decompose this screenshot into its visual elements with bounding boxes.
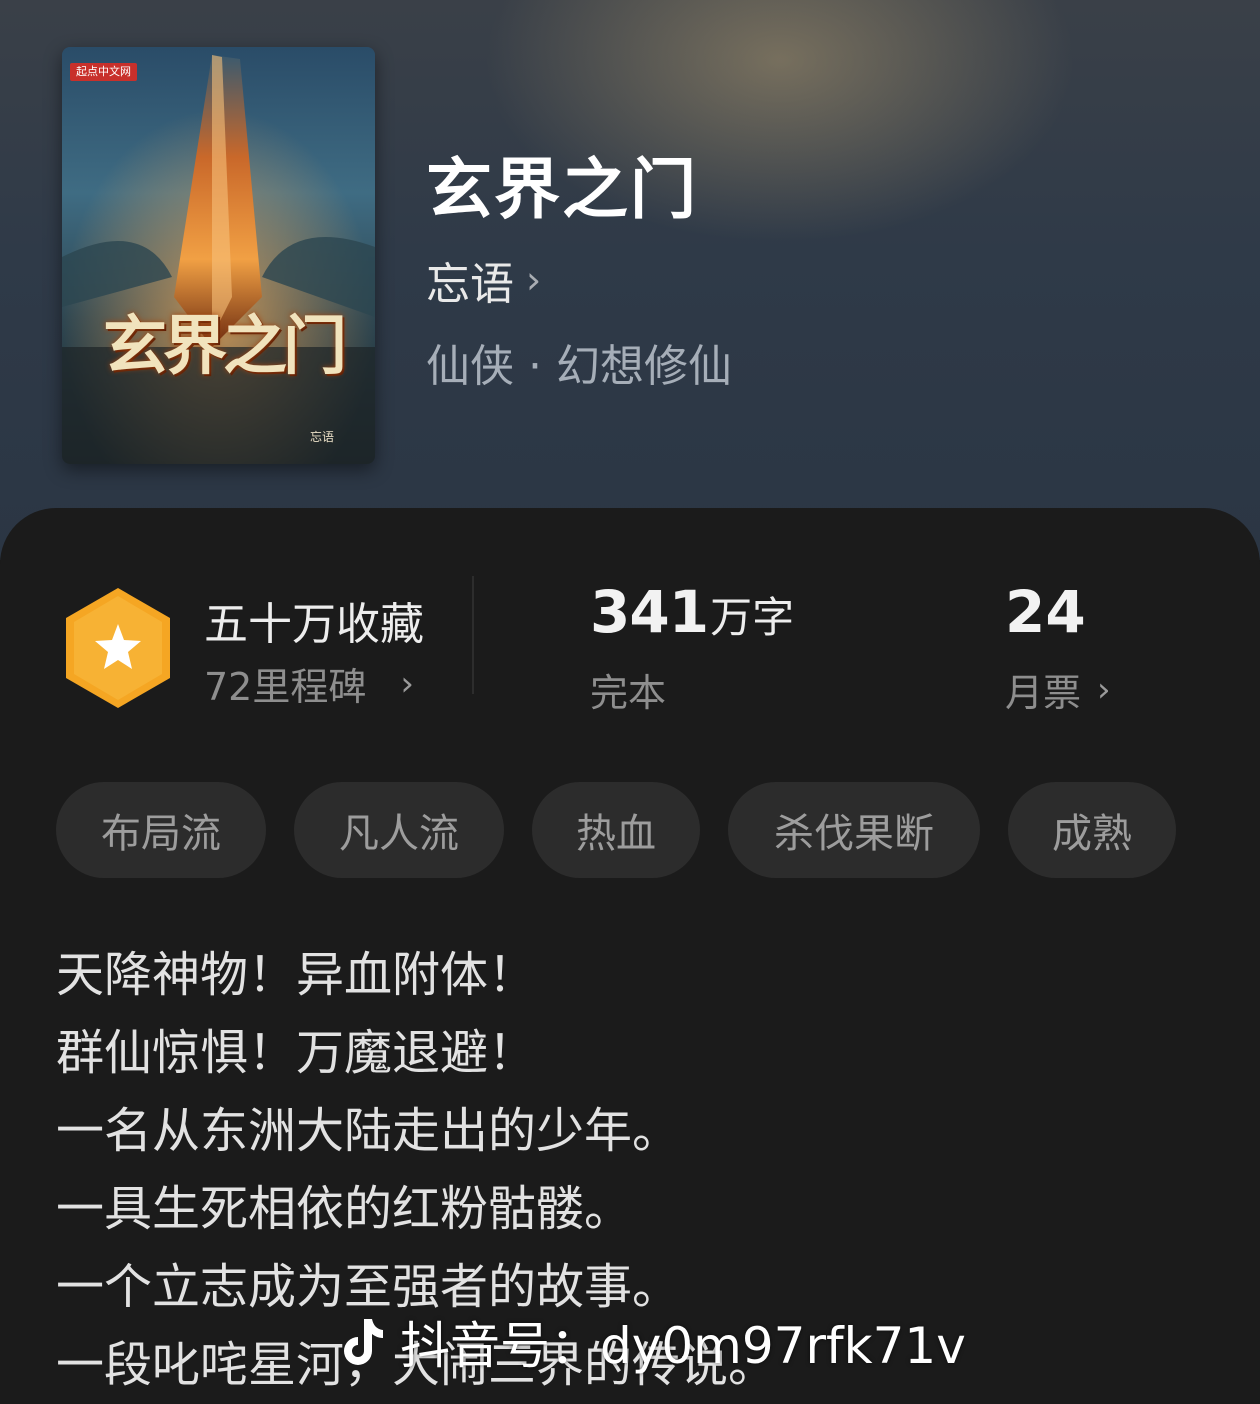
stats-divider [472, 576, 474, 694]
word-count-unit: 万字 [710, 593, 795, 642]
description-line: 群仙惊惧！万魔退避！ [56, 1025, 537, 1081]
cover-art [62, 47, 375, 464]
monthly-votes-link[interactable]: 月票 › [1005, 662, 1111, 717]
tag-chip[interactable]: 杀伐果断 [728, 782, 980, 878]
tag-chip[interactable]: 布局流 [56, 782, 266, 878]
watermark: 抖音号：dy0m97rfk71v [340, 1306, 966, 1378]
book-title: 玄界之门 [426, 150, 698, 228]
description-line: 一具生死相依的红粉骷髅。 [56, 1181, 633, 1237]
description-line: 一名从东洲大陆走出的少年。 [56, 1103, 681, 1159]
milestone-link[interactable]: 72里程碑 › [204, 656, 414, 711]
tag-chip[interactable]: 成熟 [1008, 782, 1176, 878]
monthly-votes-count: 24 [1005, 578, 1086, 646]
collection-count: 五十万收藏 [204, 599, 424, 650]
chevron-right-icon: › [400, 663, 414, 704]
author-link[interactable]: 忘语 › [426, 248, 541, 312]
watermark-text: 抖音号：dy0m97rfk71v [400, 1317, 966, 1375]
monthly-votes-label: 月票 [1005, 671, 1082, 715]
tag-chip[interactable]: 热血 [532, 782, 700, 878]
tag-list: 布局流 凡人流 热血 杀伐果断 成熟 [56, 782, 1176, 878]
completion-status: 完本 [590, 671, 667, 715]
cover-author: 忘语 [310, 430, 335, 444]
word-count: 341 万字 [590, 578, 794, 646]
description-line: 天降神物！异血附体！ [56, 947, 537, 1003]
chevron-right-icon: › [1097, 669, 1111, 710]
book-cover[interactable]: 起点中文网 玄界之门 忘语 [62, 47, 375, 464]
author-name: 忘语 [426, 259, 514, 310]
chevron-right-icon: › [526, 258, 542, 302]
cover-title: 玄界之门 [103, 309, 347, 384]
tiktok-icon [344, 1319, 383, 1365]
book-genre: 仙侠 · 幻想修仙 [426, 341, 732, 392]
book-header: 起点中文网 玄界之门 忘语 玄界之门 忘语 › 仙侠 · 幻想修仙 [0, 0, 1260, 560]
milestone-label: 72里程碑 [204, 665, 367, 709]
star-badge-icon [66, 588, 170, 708]
cover-publisher-badge: 起点中文网 [70, 63, 137, 81]
word-count-number: 341 [590, 578, 709, 646]
tag-chip[interactable]: 凡人流 [294, 782, 504, 878]
